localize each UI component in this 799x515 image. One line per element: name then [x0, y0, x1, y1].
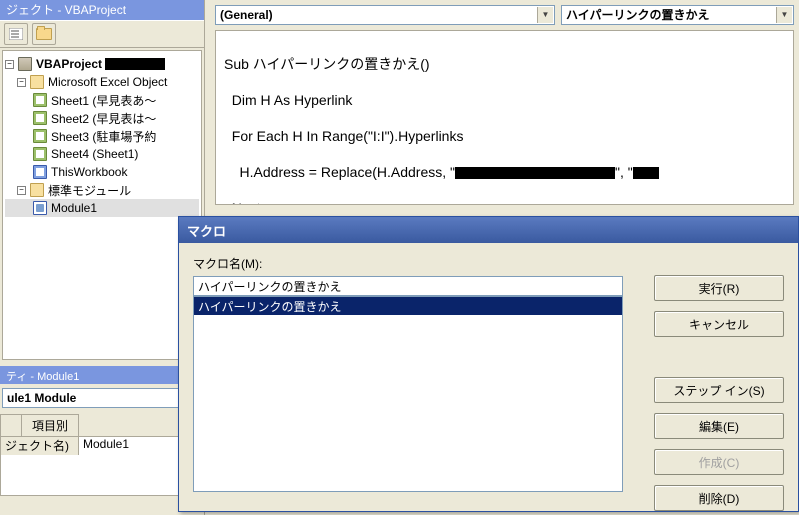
- vba-project-icon: [18, 57, 32, 71]
- cancel-button[interactable]: キャンセル: [654, 311, 784, 337]
- object-dropdown[interactable]: (General) ▼: [215, 5, 555, 25]
- tree-sheet[interactable]: Sheet3 (駐車場予約: [5, 127, 199, 145]
- chevron-down-icon[interactable]: ▼: [537, 7, 553, 23]
- folder-modules[interactable]: − 標準モジュール: [5, 181, 199, 199]
- folder-label: Microsoft Excel Object: [48, 75, 167, 89]
- sheet-icon: [33, 93, 47, 107]
- code-line: Next: [224, 199, 785, 205]
- sheet-label: Sheet3 (駐車場予約: [51, 128, 156, 145]
- properties-tabs: 項目別: [0, 414, 200, 436]
- module-icon: [33, 201, 47, 215]
- sheet-icon: [33, 147, 47, 161]
- sheet-label: Sheet1 (早見表あ～: [51, 92, 156, 109]
- folder-label: 標準モジュール: [48, 182, 131, 199]
- tab-alphabetic[interactable]: [0, 414, 22, 436]
- macro-dialog: マクロ マクロ名(M): ハイパーリンクの置きかえ 実行(R) キャンセル ステ…: [178, 216, 799, 512]
- code-line: Dim H As Hyperlink: [224, 91, 785, 109]
- tree-sheet[interactable]: Sheet1 (早見表あ～: [5, 91, 199, 109]
- code-line: For Each H In Range("I:I").Hyperlinks: [224, 127, 785, 145]
- property-row[interactable]: ジェクト名) Module1: [1, 437, 199, 455]
- project-tree[interactable]: − VBAProject − Microsoft Excel Object Sh…: [2, 50, 202, 360]
- macro-list[interactable]: ハイパーリンクの置きかえ: [193, 296, 623, 492]
- project-root[interactable]: − VBAProject: [5, 55, 199, 73]
- tree-sheet[interactable]: Sheet2 (早見表は～: [5, 109, 199, 127]
- redaction-block: [455, 167, 615, 179]
- sheet-label: Sheet4 (Sheet1): [51, 147, 138, 161]
- code-dropdown-bar: (General) ▼ ハイパーリンクの置きかえ ▼: [210, 0, 799, 26]
- minus-icon[interactable]: −: [17, 186, 26, 195]
- object-dropdown-value: (General): [220, 8, 273, 22]
- workbook-icon: [33, 165, 47, 179]
- sheet-icon: [33, 129, 47, 143]
- code-line: Sub ハイパーリンクの置きかえ(): [224, 55, 785, 73]
- folder-icon: [30, 75, 44, 89]
- delete-button[interactable]: 削除(D): [654, 485, 784, 511]
- project-root-label: VBAProject: [36, 57, 102, 71]
- folder-excel-objects[interactable]: − Microsoft Excel Object: [5, 73, 199, 91]
- project-explorer-title: ジェクト - VBAProject: [0, 0, 204, 20]
- dialog-button-column: 実行(R) キャンセル ステップ イン(S) 編集(E) 作成(C) 削除(D): [654, 275, 784, 511]
- chevron-down-icon[interactable]: ▼: [776, 7, 792, 23]
- sheet-icon: [33, 111, 47, 125]
- code-pane: (General) ▼ ハイパーリンクの置きかえ ▼ Sub ハイパーリンクの置…: [210, 0, 799, 210]
- step-in-button[interactable]: ステップ イン(S): [654, 377, 784, 403]
- folder-icon: [36, 28, 52, 40]
- macro-name-input[interactable]: [193, 276, 623, 296]
- create-button: 作成(C): [654, 449, 784, 475]
- macro-list-item[interactable]: ハイパーリンクの置きかえ: [194, 297, 622, 315]
- properties-object-name: ule1 Module: [7, 391, 76, 405]
- workbook-label: ThisWorkbook: [51, 165, 127, 179]
- view-object-button[interactable]: [32, 23, 56, 45]
- dialog-title: マクロ: [179, 217, 798, 243]
- minus-icon[interactable]: −: [5, 60, 14, 69]
- tree-module[interactable]: Module1: [5, 199, 199, 217]
- folder-icon: [30, 183, 44, 197]
- dialog-body: マクロ名(M): ハイパーリンクの置きかえ 実行(R) キャンセル ステップ イ…: [179, 243, 798, 511]
- tree-sheet[interactable]: Sheet4 (Sheet1): [5, 145, 199, 163]
- project-toolbar: [0, 20, 204, 48]
- module-label: Module1: [51, 201, 97, 215]
- code-editor[interactable]: Sub ハイパーリンクの置きかえ() Dim H As Hyperlink Fo…: [215, 30, 794, 205]
- procedure-dropdown-value: ハイパーリンクの置きかえ: [566, 6, 710, 23]
- minus-icon[interactable]: −: [17, 78, 26, 87]
- macro-name-label: マクロ名(M):: [193, 255, 784, 272]
- procedure-dropdown[interactable]: ハイパーリンクの置きかえ ▼: [561, 5, 794, 25]
- property-name: ジェクト名): [1, 437, 79, 455]
- edit-button[interactable]: 編集(E): [654, 413, 784, 439]
- tab-categorized[interactable]: 項目別: [21, 414, 79, 436]
- code-line: H.Address = Replace(H.Address, "", ": [224, 163, 785, 181]
- properties-object-select[interactable]: ule1 Module ▼: [0, 388, 200, 410]
- view-code-button[interactable]: [4, 23, 28, 45]
- properties-grid[interactable]: ジェクト名) Module1: [0, 436, 200, 496]
- sheet-label: Sheet2 (早見表は～: [51, 110, 156, 127]
- redaction-block: [633, 167, 659, 179]
- properties-title: ティ - Module1: [0, 366, 200, 384]
- redaction-block: [105, 58, 165, 70]
- tree-workbook[interactable]: ThisWorkbook: [5, 163, 199, 181]
- run-button[interactable]: 実行(R): [654, 275, 784, 301]
